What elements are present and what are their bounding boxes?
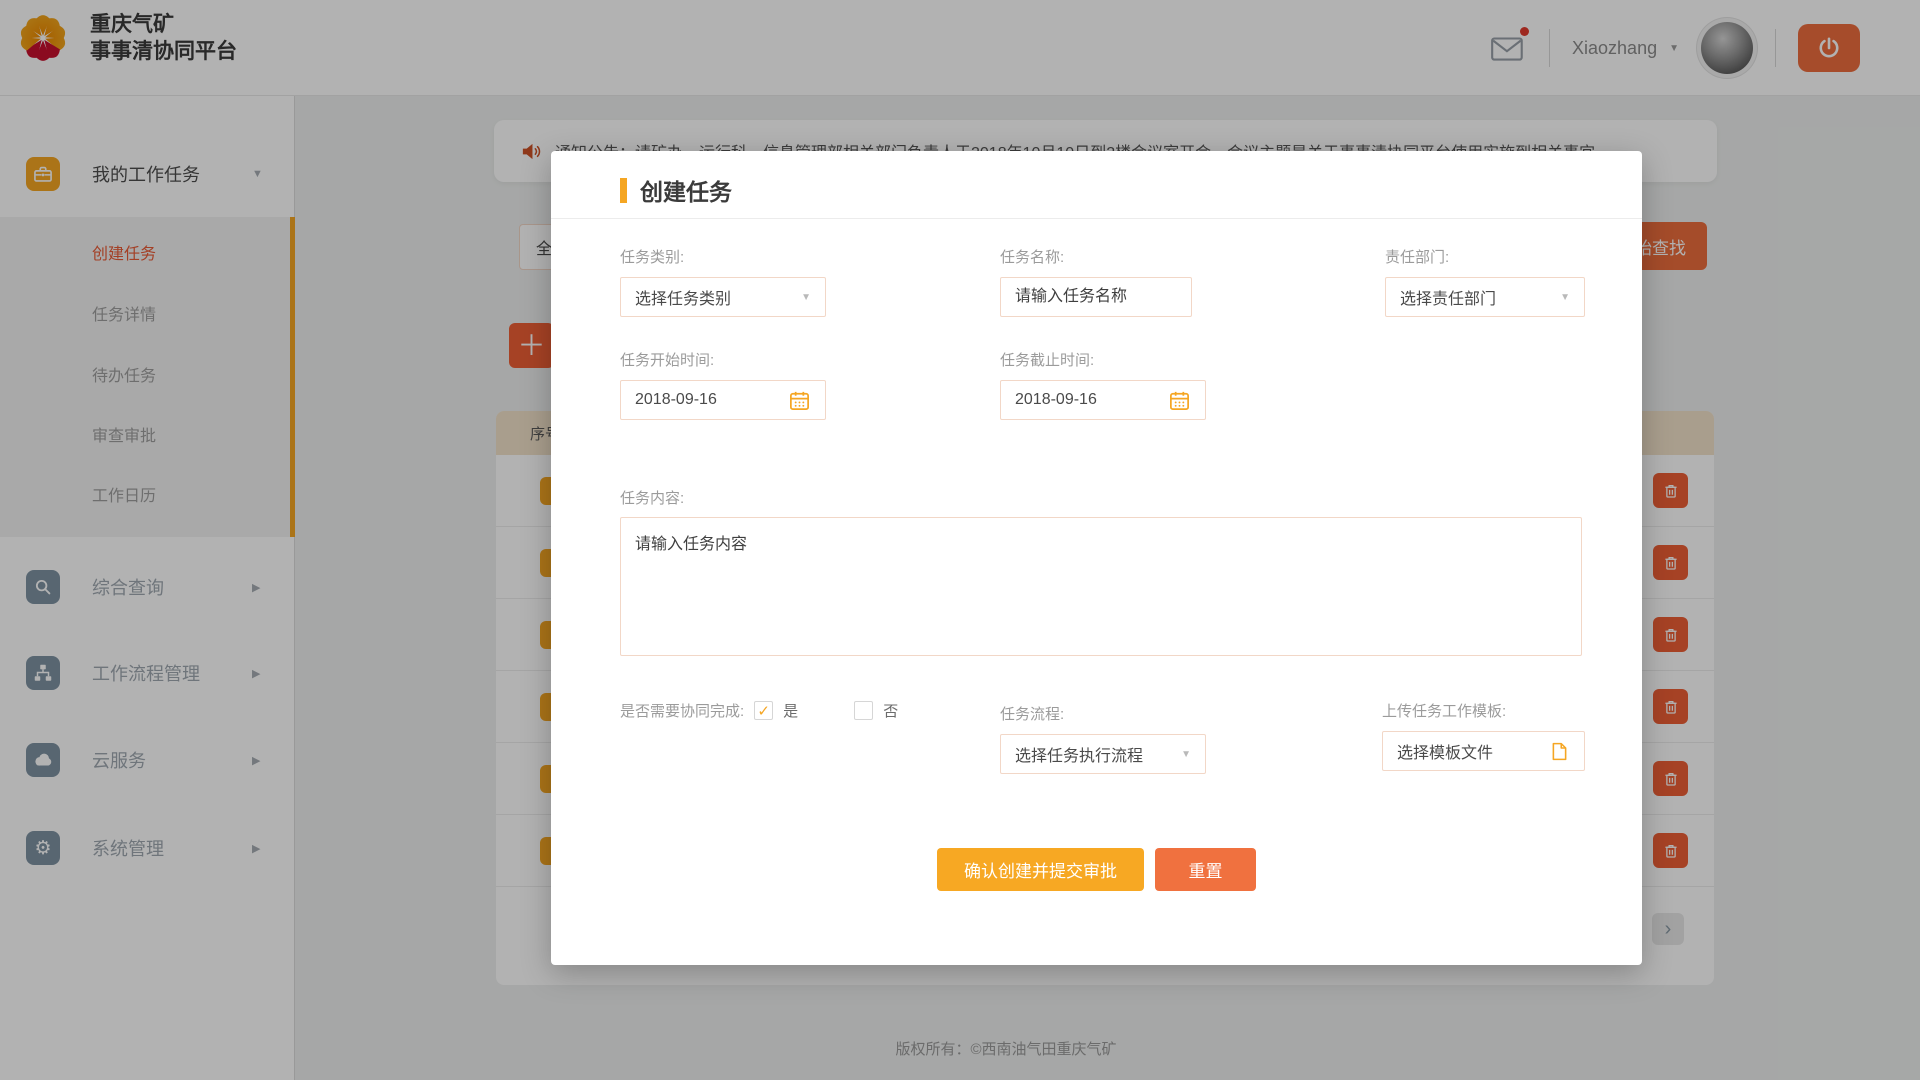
check-icon: ✓ [757, 702, 770, 720]
create-task-modal: 创建任务 任务类别: 选择任务类别 ▼ 任务名称: 责任部门: 选择责任部门 ▼… [551, 151, 1642, 965]
chevron-down-icon: ▼ [801, 292, 811, 303]
chevron-down-icon: ▼ [1560, 292, 1570, 303]
end-time-label: 任务截止时间: [1000, 349, 1094, 370]
calendar-icon [788, 389, 811, 412]
flow-label: 任务流程: [1000, 703, 1064, 724]
modal-title: 创建任务 [640, 173, 732, 207]
collab-label: 是否需要协同完成: [620, 700, 744, 721]
calendar-icon [1168, 389, 1191, 412]
task-content-label: 任务内容: [620, 487, 684, 508]
end-date-value: 2018-09-16 [1015, 391, 1097, 409]
flow-value: 选择任务执行流程 [1015, 742, 1143, 766]
collab-yes-checkbox[interactable]: ✓ [754, 701, 773, 720]
task-category-select[interactable]: 选择任务类别 ▼ [620, 277, 826, 317]
title-accent-bar [620, 178, 627, 203]
task-name-label: 任务名称: [1000, 246, 1064, 267]
collab-no-checkbox[interactable] [854, 701, 873, 720]
start-time-label: 任务开始时间: [620, 349, 714, 370]
divider [551, 218, 1642, 219]
task-category-value: 选择任务类别 [635, 285, 731, 309]
department-value: 选择责任部门 [1400, 285, 1496, 309]
flow-select[interactable]: 选择任务执行流程 ▼ [1000, 734, 1206, 774]
start-date-value: 2018-09-16 [635, 391, 717, 409]
chevron-down-icon: ▼ [1181, 749, 1191, 760]
reset-button[interactable]: 重置 [1155, 848, 1256, 891]
template-value: 选择模板文件 [1397, 739, 1493, 763]
end-date-picker[interactable]: 2018-09-16 [1000, 380, 1206, 420]
confirm-submit-button[interactable]: 确认创建并提交审批 [937, 848, 1144, 891]
task-content-textarea[interactable] [620, 517, 1582, 656]
task-name-input[interactable] [1000, 277, 1192, 317]
template-label: 上传任务工作模板: [1382, 700, 1506, 721]
collab-yes-label: 是 [783, 700, 798, 721]
task-category-label: 任务类别: [620, 246, 684, 267]
department-select[interactable]: 选择责任部门 ▼ [1385, 277, 1585, 317]
collab-no-label: 否 [883, 700, 898, 721]
department-label: 责任部门: [1385, 246, 1449, 267]
file-icon [1549, 741, 1570, 762]
start-date-picker[interactable]: 2018-09-16 [620, 380, 826, 420]
template-file-picker[interactable]: 选择模板文件 [1382, 731, 1585, 771]
